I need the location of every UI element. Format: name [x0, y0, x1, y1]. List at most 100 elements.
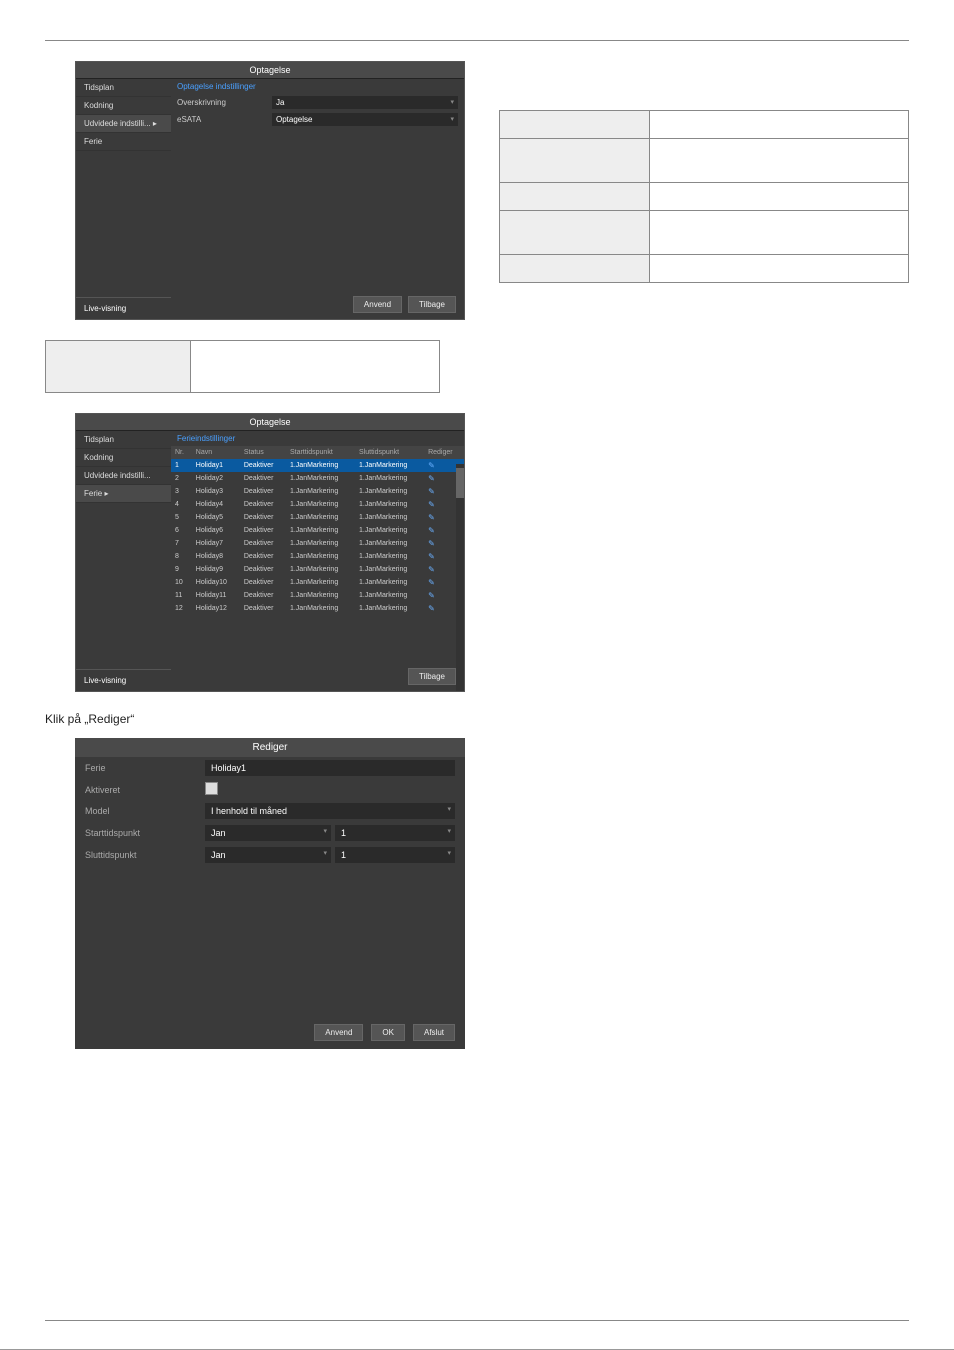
chevron-down-icon: ▾ [323, 827, 327, 835]
edit-icon[interactable]: ✎ [428, 604, 435, 613]
cell-status: Deaktiver [240, 589, 286, 602]
table-row[interactable]: 3Holiday3Deaktiver1.JanMarkering1.JanMar… [171, 485, 464, 498]
back-button[interactable]: Tilbage [408, 296, 456, 313]
sidebar: Tidsplan Kodning Udvidede indstilli... ▸… [76, 79, 171, 319]
single-label [46, 341, 191, 393]
ferie-label: Ferie [85, 763, 205, 773]
cell-end: 1.JanMarkering [355, 472, 424, 485]
end-month-value: Jan [211, 850, 226, 860]
col-start: Starttidspunkt [286, 446, 355, 459]
cell-start: 1.JanMarkering [286, 602, 355, 615]
edit-icon[interactable]: ✎ [428, 578, 435, 587]
sidebar-item-tidsplan[interactable]: Tidsplan [76, 79, 171, 97]
edit-icon[interactable]: ✎ [428, 552, 435, 561]
edit-icon[interactable]: ✎ [428, 539, 435, 548]
end-month-select[interactable]: Jan ▾ [205, 847, 331, 863]
edit-icon[interactable]: ✎ [428, 513, 435, 522]
scrollbar-thumb[interactable] [456, 468, 464, 498]
cell-nr: 12 [171, 602, 192, 615]
start-label: Starttidspunkt [85, 828, 205, 838]
cell-name: Holiday6 [192, 524, 240, 537]
chevron-down-icon: ▾ [447, 849, 451, 857]
close-button[interactable]: Afslut [413, 1024, 455, 1041]
table-row[interactable]: 7Holiday7Deaktiver1.JanMarkering1.JanMar… [171, 537, 464, 550]
table-row[interactable]: 2Holiday2Deaktiver1.JanMarkering1.JanMar… [171, 472, 464, 485]
cell-end: 1.JanMarkering [355, 602, 424, 615]
edit-icon[interactable]: ✎ [428, 474, 435, 483]
apply-button[interactable]: Anvend [353, 296, 402, 313]
model-select[interactable]: I henhold til måned ▾ [205, 803, 455, 819]
apply-button[interactable]: Anvend [314, 1024, 363, 1041]
cell-start: 1.JanMarkering [286, 537, 355, 550]
cell-start: 1.JanMarkering [286, 550, 355, 563]
cell-end: 1.JanMarkering [355, 550, 424, 563]
col-edit: Rediger [424, 446, 464, 459]
cell-start: 1.JanMarkering [286, 576, 355, 589]
table-row[interactable]: 12Holiday12Deaktiver1.JanMarkering1.JanM… [171, 602, 464, 615]
desc-label-1 [500, 139, 650, 183]
sidebar-item-tidsplan[interactable]: Tidsplan [76, 431, 171, 449]
table-row[interactable]: 5Holiday5Deaktiver1.JanMarkering1.JanMar… [171, 511, 464, 524]
cell-name: Holiday9 [192, 563, 240, 576]
edit-icon[interactable]: ✎ [428, 591, 435, 600]
edit-icon[interactable]: ✎ [428, 461, 435, 470]
table-row[interactable]: 8Holiday8Deaktiver1.JanMarkering1.JanMar… [171, 550, 464, 563]
cell-nr: 8 [171, 550, 192, 563]
sidebar: Tidsplan Kodning Udvidede indstilli... F… [76, 431, 171, 691]
desc-label-2 [500, 183, 650, 211]
content-area: Optagelse indstillinger Overskrivning Ja… [171, 79, 464, 319]
back-button[interactable]: Tilbage [408, 668, 456, 685]
table-row[interactable]: 10Holiday10Deaktiver1.JanMarkering1.JanM… [171, 576, 464, 589]
cell-status: Deaktiver [240, 524, 286, 537]
ferie-input[interactable]: Holiday1 [205, 760, 455, 776]
holiday-table: Nr. Navn Status Starttidspunkt Sluttidsp… [171, 446, 464, 615]
sidebar-item-kodning[interactable]: Kodning [76, 97, 171, 115]
sidebar-item-ferie[interactable]: Ferie ▸ [76, 485, 171, 503]
cell-status: Deaktiver [240, 511, 286, 524]
desc-label-0 [500, 111, 650, 139]
start-month-value: Jan [211, 828, 226, 838]
cell-end: 1.JanMarkering [355, 511, 424, 524]
aktiveret-checkbox[interactable] [205, 782, 218, 795]
sidebar-item-udvidede[interactable]: Udvidede indstilli... ▸ [76, 115, 171, 133]
sidebar-item-ferie[interactable]: Ferie [76, 133, 171, 151]
overwrite-select[interactable]: Ja ▾ [272, 96, 458, 109]
table-row[interactable]: 6Holiday6Deaktiver1.JanMarkering1.JanMar… [171, 524, 464, 537]
cell-end: 1.JanMarkering [355, 524, 424, 537]
sidebar-item-udvidede[interactable]: Udvidede indstilli... [76, 467, 171, 485]
tab-optagelse-indstillinger[interactable]: Optagelse indstillinger [171, 79, 464, 94]
edit-icon[interactable]: ✎ [428, 565, 435, 574]
table-row[interactable]: 11Holiday11Deaktiver1.JanMarkering1.JanM… [171, 589, 464, 602]
end-day-select[interactable]: 1 ▾ [335, 847, 455, 863]
cell-end: 1.JanMarkering [355, 576, 424, 589]
cell-end: 1.JanMarkering [355, 459, 424, 472]
model-value: I henhold til måned [211, 806, 287, 816]
ok-button[interactable]: OK [371, 1024, 405, 1041]
start-day-select[interactable]: 1 ▾ [335, 825, 455, 841]
edit-icon[interactable]: ✎ [428, 487, 435, 496]
table-row[interactable]: 4Holiday4Deaktiver1.JanMarkering1.JanMar… [171, 498, 464, 511]
scrollbar[interactable] [456, 464, 464, 691]
tab-ferieindstillinger[interactable]: Ferieindstillinger [171, 431, 464, 446]
edit-icon[interactable]: ✎ [428, 500, 435, 509]
window-title: Optagelse [76, 62, 464, 79]
chevron-down-icon: ▾ [447, 805, 451, 813]
cell-name: Holiday1 [192, 459, 240, 472]
table-row[interactable]: 1Holiday1Deaktiver1.JanMarkering1.JanMar… [171, 459, 464, 472]
cell-nr: 9 [171, 563, 192, 576]
cell-status: Deaktiver [240, 459, 286, 472]
cell-status: Deaktiver [240, 576, 286, 589]
chevron-down-icon: ▾ [323, 849, 327, 857]
live-view-button[interactable]: Live-visning [76, 669, 171, 691]
single-description-table [45, 340, 440, 393]
edit-icon[interactable]: ✎ [428, 526, 435, 535]
start-day-value: 1 [341, 828, 346, 838]
live-view-button[interactable]: Live-visning [76, 297, 171, 319]
cell-name: Holiday4 [192, 498, 240, 511]
table-row[interactable]: 9Holiday9Deaktiver1.JanMarkering1.JanMar… [171, 563, 464, 576]
screenshot-holiday-list: Optagelse Tidsplan Kodning Udvidede inds… [75, 413, 465, 692]
cell-start: 1.JanMarkering [286, 459, 355, 472]
start-month-select[interactable]: Jan ▾ [205, 825, 331, 841]
esata-select[interactable]: Optagelse ▾ [272, 113, 458, 126]
sidebar-item-kodning[interactable]: Kodning [76, 449, 171, 467]
